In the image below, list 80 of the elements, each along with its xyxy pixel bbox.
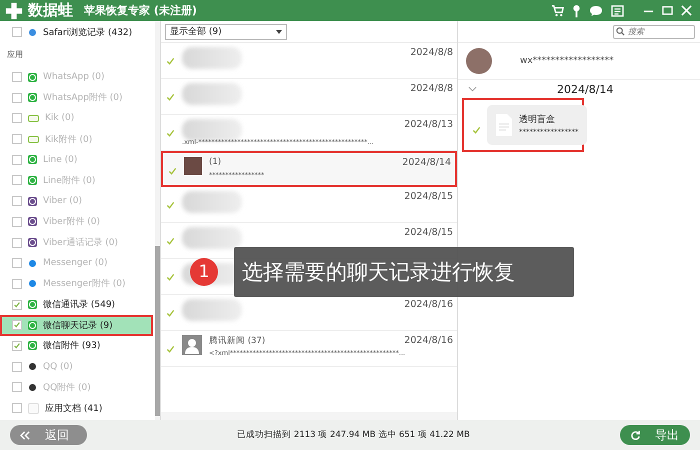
contact-name: wx****************** bbox=[519, 56, 614, 66]
contact-name: 腾讯新闻 (37) bbox=[209, 335, 266, 347]
conversation-row[interactable]: 2024/8/8 bbox=[161, 79, 457, 115]
filter-dropdown[interactable]: 显示全部 (9) bbox=[165, 24, 287, 40]
caret-icon bbox=[276, 30, 282, 34]
checkbox[interactable] bbox=[12, 403, 22, 414]
checkmark-icon[interactable] bbox=[166, 201, 175, 210]
search-field[interactable]: 搜索 bbox=[613, 24, 695, 38]
app-icon bbox=[28, 320, 37, 330]
app-icon bbox=[28, 238, 37, 248]
double-chevron-left-icon bbox=[20, 430, 31, 440]
category-label[interactable]: 微信聊天记录 (9) bbox=[43, 318, 113, 332]
document-icon bbox=[28, 402, 39, 414]
date-label: 2024/8/15 bbox=[404, 191, 453, 202]
category-label[interactable]: 微信附件 (93) bbox=[43, 339, 100, 352]
app-icon bbox=[28, 114, 39, 122]
window-title: 苹果恢复专家 (未注册) bbox=[84, 3, 197, 18]
export-button[interactable]: 导出 bbox=[620, 425, 690, 445]
app-icon bbox=[28, 72, 37, 82]
blurred-avatar bbox=[182, 227, 242, 249]
document-icon bbox=[495, 113, 513, 137]
category-label[interactable]: 微信通讯录 (549) bbox=[43, 298, 116, 312]
app-icon bbox=[28, 136, 39, 143]
checkmark-icon[interactable] bbox=[166, 129, 175, 138]
date-heading: 2024/8/14 bbox=[557, 82, 614, 96]
checkmark-icon[interactable] bbox=[166, 93, 175, 102]
app-icon bbox=[28, 300, 37, 310]
person-silhouette-icon bbox=[182, 335, 202, 355]
date-label: 2024/8/15 bbox=[404, 227, 453, 238]
instruction-tooltip: 选择需要的聊天记录进行恢复 bbox=[234, 247, 574, 297]
checkmark-icon[interactable] bbox=[166, 57, 175, 66]
close-icon[interactable] bbox=[681, 5, 692, 16]
conversation-row[interactable]: 2024/8/15 bbox=[161, 187, 457, 223]
date-label: 2024/8/8 bbox=[410, 47, 453, 58]
refresh-icon bbox=[630, 430, 641, 440]
photo-placeholder bbox=[466, 48, 492, 74]
blurred-avatar bbox=[182, 119, 242, 141]
checkmark-icon[interactable] bbox=[166, 273, 175, 282]
date-label: 2024/8/8 bbox=[410, 83, 453, 94]
date-label: 2024/8/13 bbox=[404, 119, 453, 130]
chevron-down-icon[interactable] bbox=[468, 86, 477, 92]
date-label: 2024/8/16 bbox=[404, 299, 453, 310]
checkmark-icon[interactable] bbox=[166, 237, 175, 246]
app-icon bbox=[28, 196, 37, 206]
blurred-avatar bbox=[182, 83, 242, 105]
checkmark-icon[interactable] bbox=[472, 126, 481, 134]
category-label[interactable]: Safari浏览记录 (432) bbox=[43, 26, 132, 39]
checkmark-icon[interactable] bbox=[166, 345, 175, 354]
checkbox[interactable] bbox=[12, 27, 22, 38]
cross-logo-icon bbox=[5, 2, 23, 20]
category-label[interactable]: 应用文档 (41) bbox=[45, 402, 102, 415]
list-icon[interactable] bbox=[611, 4, 625, 16]
checkmark-icon[interactable] bbox=[168, 167, 177, 176]
app-icon bbox=[28, 217, 37, 226]
date-label: 2024/8/14 bbox=[402, 157, 451, 168]
blurred-avatar bbox=[182, 191, 242, 213]
app-icon bbox=[28, 176, 37, 185]
cart-icon[interactable] bbox=[551, 4, 564, 17]
conversation-row[interactable]: 2024/8/8 bbox=[161, 43, 457, 79]
section-label: 应用 bbox=[6, 49, 24, 62]
app-icon bbox=[28, 155, 37, 164]
maximize-icon[interactable] bbox=[662, 5, 673, 16]
status-text: 已成功扫描到 2113 项 247.94 MB 选中 651 项 41.22 MB bbox=[237, 429, 470, 441]
checkbox[interactable] bbox=[12, 300, 22, 310]
blurred-avatar bbox=[182, 47, 242, 69]
app-icon bbox=[28, 93, 37, 102]
checkbox[interactable] bbox=[12, 340, 22, 351]
contact-name: (1) bbox=[209, 157, 222, 167]
blurred-avatar bbox=[182, 299, 242, 321]
selected-category-row[interactable]: 微信聊天记录 (9) bbox=[0, 314, 153, 336]
checkbox[interactable] bbox=[12, 320, 22, 330]
horizontal-scrollbar[interactable] bbox=[161, 412, 457, 420]
message-title: 透明盲盒 bbox=[519, 113, 556, 126]
date-label: 2024/8/16 bbox=[404, 335, 453, 346]
photo-placeholder bbox=[184, 157, 202, 175]
app-icon bbox=[28, 341, 37, 350]
search-icon bbox=[616, 26, 625, 36]
checkmark-icon[interactable] bbox=[166, 309, 175, 318]
logo-text: 数据蛙 bbox=[28, 1, 73, 20]
scrollbar-thumb[interactable] bbox=[155, 246, 160, 416]
